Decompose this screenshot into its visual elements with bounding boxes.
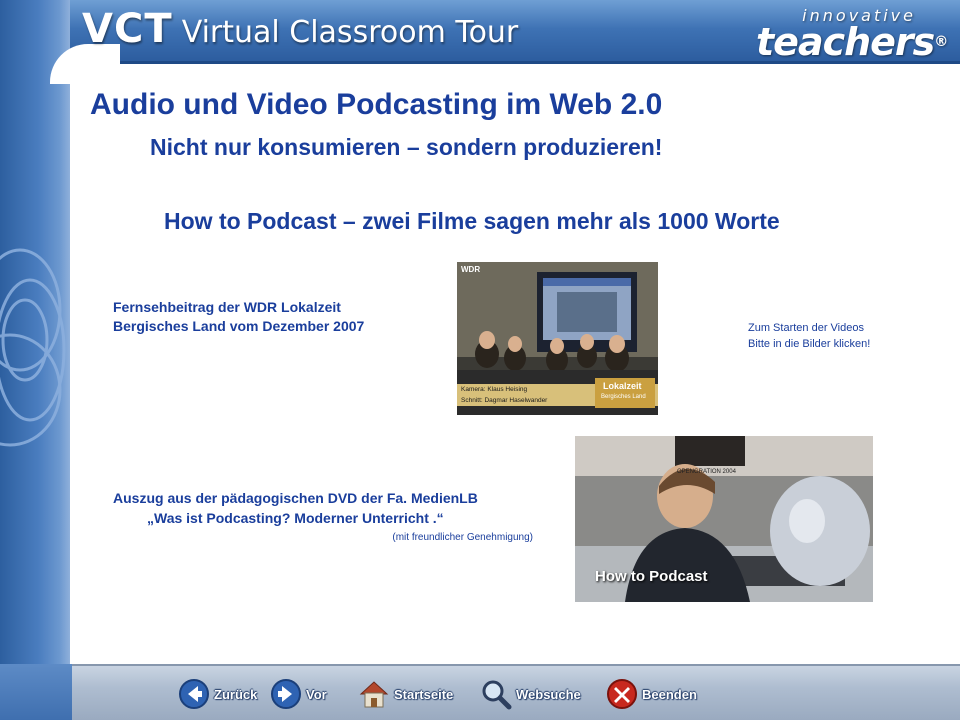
forward-label: Vor [306, 686, 327, 702]
section-heading: How to Podcast – zwei Filme sagen mehr a… [164, 208, 780, 234]
start-hint: Zum Starten der Videos Bitte in die Bild… [748, 320, 870, 352]
wdr-video-thumbnail[interactable]: WDR Lokalzeit Bergisches Land Kamera: Kl… [457, 262, 658, 415]
forward-arrow-icon [271, 679, 301, 709]
video1-caption-line2: Bergisches Land vom Dezember 2007 [113, 318, 365, 334]
app-name: Virtual Classroom Tour [181, 15, 519, 50]
footer-navigation: Zurück Vor Startseite Websuche Beenden [178, 673, 738, 715]
app-title: VCT Virtual Classroom Tour [82, 6, 518, 54]
brand-big: teachers® [756, 23, 948, 61]
poster-text: OPENGRATION 2004 [677, 469, 736, 475]
medienlb-video-thumbnail[interactable]: OPENGRATION 2004 How to Podcast [575, 436, 873, 602]
quit-button[interactable]: Beenden [606, 673, 697, 715]
websearch-button[interactable]: Websuche [480, 673, 581, 715]
video2-caption-line1: Auszug aus der pädagogischen DVD der Fa.… [113, 490, 478, 506]
home-icon [359, 681, 389, 708]
magnifier-icon [482, 680, 512, 710]
lokalzeit-sub: Bergisches Land [601, 394, 646, 400]
home-button[interactable]: Startseite [358, 673, 453, 715]
page-subtitle: Nicht nur konsumieren – sondern produzie… [150, 134, 663, 160]
brand-logo: innovative teachers® [756, 6, 948, 62]
wdr-logo: WDR [461, 265, 481, 274]
video1-caption-line1: Fernsehbeitrag der WDR Lokalzeit [113, 299, 341, 315]
how-to-podcast-overlay: How to Podcast [595, 568, 708, 585]
footer-corner [0, 664, 72, 720]
video2-caption-line2: „Was ist Podcasting? Moderner Unterricht… [147, 510, 444, 526]
back-label: Zurück [214, 686, 258, 702]
decorative-swirl [0, 248, 66, 447]
credit-edit: Schnitt: Dagmar Haselwander [461, 397, 548, 404]
lokalzeit-label: Lokalzeit [603, 381, 642, 391]
hint-line1: Zum Starten der Videos [748, 322, 864, 334]
quit-label: Beenden [642, 686, 697, 702]
page-title: Audio und Video Podcasting im Web 2.0 [90, 88, 663, 121]
back-button[interactable]: Zurück [178, 673, 257, 715]
video2-caption: Auszug aus der pädagogischen DVD der Fa.… [113, 488, 543, 548]
brand-mark: ® [934, 34, 948, 50]
close-x-icon [607, 679, 637, 709]
app-abbr: VCT [82, 6, 173, 52]
hint-line2: Bitte in die Bilder klicken! [748, 338, 871, 350]
video2-caption-line3: (mit freundlicher Genehmigung) [392, 532, 533, 543]
websearch-label: Websuche [516, 686, 581, 702]
forward-button[interactable]: Vor [270, 673, 327, 715]
back-arrow-icon [179, 679, 209, 709]
home-label: Startseite [394, 686, 454, 702]
video1-caption: Fernsehbeitrag der WDR Lokalzeit Bergisc… [113, 298, 364, 336]
brand-big-text: teachers [756, 20, 935, 64]
credit-camera: Kamera: Klaus Heising [461, 386, 528, 393]
